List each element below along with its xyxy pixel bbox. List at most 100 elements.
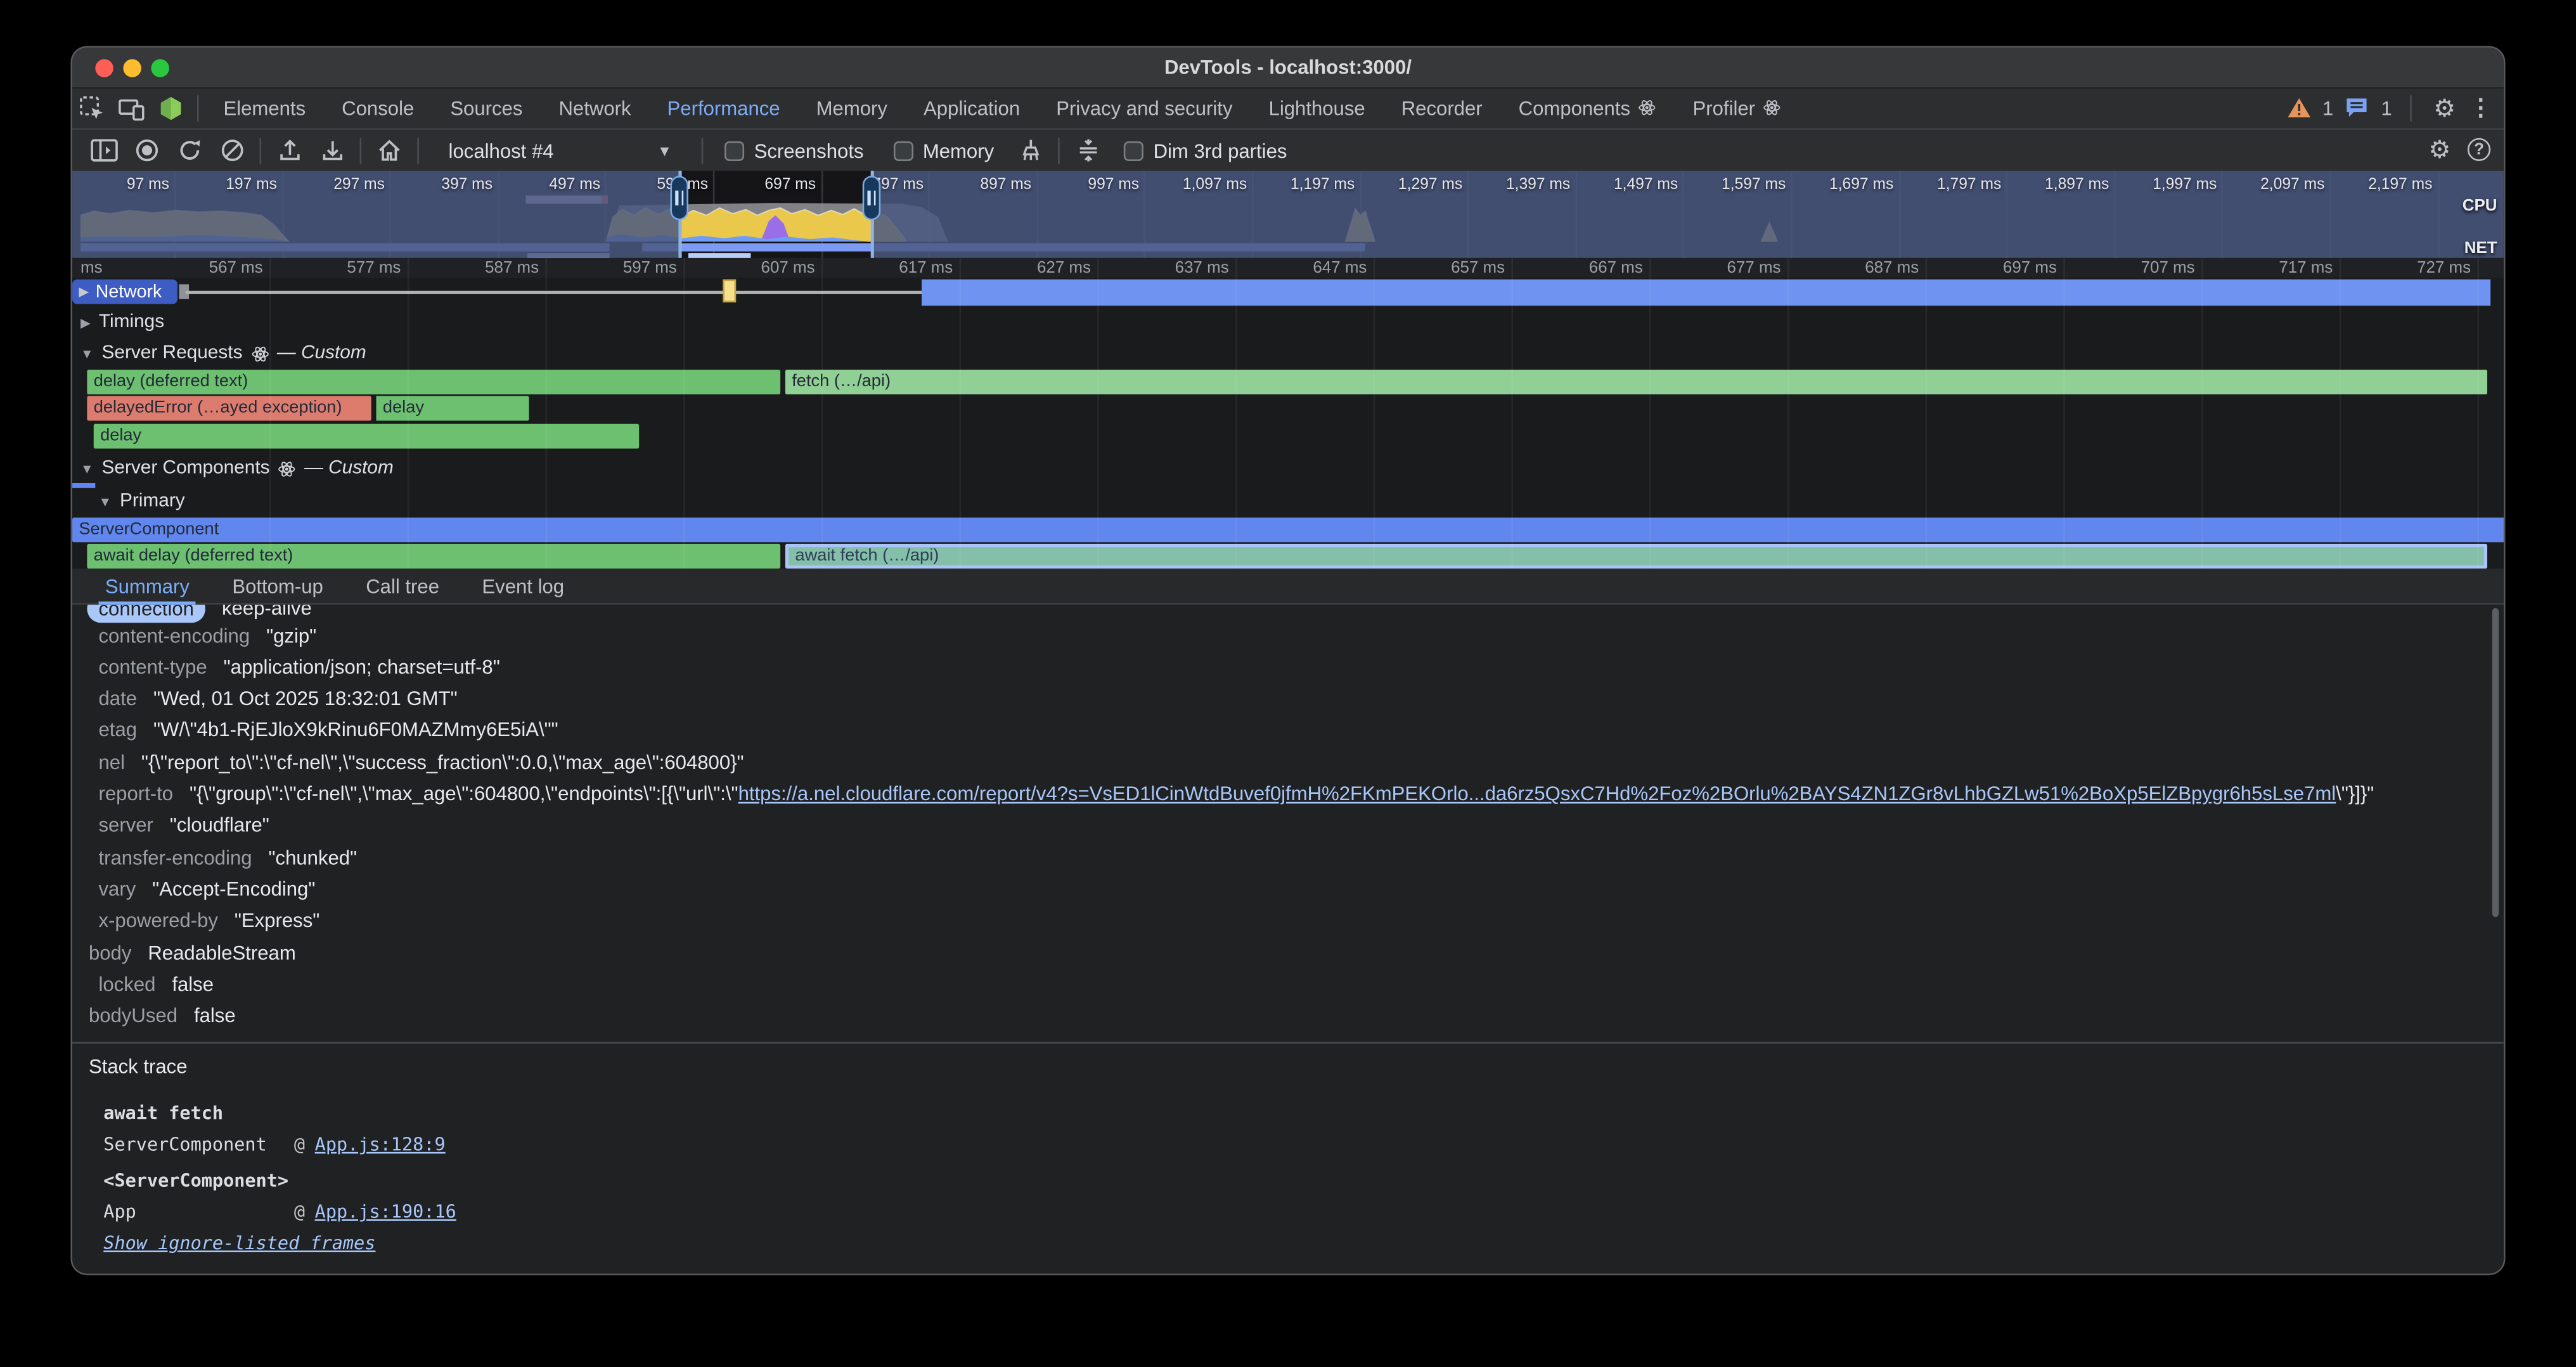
record-icon[interactable]	[125, 133, 167, 169]
ruler-unit-label: ms	[80, 260, 103, 278]
property-row[interactable]: connectionkeep-alive	[72, 605, 2504, 623]
dim-third-parties-checkbox[interactable]: Dim 3rd parties	[1124, 139, 1287, 162]
summary-pane[interactable]: connectionkeep-alive content-encoding"gz…	[72, 605, 2504, 1275]
server-requests-track-header[interactable]: ▼ Server Requests — Custom	[72, 340, 2504, 366]
property-row[interactable]: bodyReadableStream	[72, 938, 2504, 968]
device-toolbar-icon[interactable]	[112, 92, 151, 125]
tab-sources[interactable]: Sources	[432, 88, 541, 129]
settings-gear-icon[interactable]: ⚙	[2430, 91, 2459, 124]
checkbox-box	[724, 141, 744, 160]
event-bar-await-fetch-selected[interactable]: await fetch (…/api)	[785, 544, 2487, 569]
window-resize-handle-left[interactable]	[670, 176, 688, 220]
property-value: "Accept-Encoding"	[152, 878, 315, 900]
event-bar-await-delay[interactable]: await delay (deferred text)	[87, 544, 780, 569]
tab-console[interactable]: Console	[324, 88, 432, 129]
tab-memory[interactable]: Memory	[798, 88, 905, 129]
ruler-time-label: 727 ms	[2417, 260, 2471, 278]
show-sidebar-icon[interactable]	[82, 133, 125, 169]
tab-network[interactable]: Network	[541, 88, 649, 129]
memory-checkbox[interactable]: Memory	[893, 139, 994, 162]
property-row[interactable]: transfer-encoding"chunked"	[72, 843, 2504, 873]
tab-privacy-security[interactable]: Privacy and security	[1038, 88, 1251, 129]
property-row[interactable]: server"cloudflare"	[72, 810, 2504, 840]
tab-application[interactable]: Application	[905, 88, 1038, 129]
property-row[interactable]: lockedfalse	[72, 969, 2504, 999]
at-symbol: @	[294, 1202, 305, 1223]
property-row[interactable]: vary"Accept-Encoding"	[72, 874, 2504, 904]
garbage-collect-icon[interactable]	[1008, 133, 1051, 169]
property-row-report-to[interactable]: report-to"{\"group\":\"cf-nel\",\"max_ag…	[72, 779, 2504, 809]
network-request-bar[interactable]	[922, 280, 2490, 306]
stack-frame-app[interactable]: App	[103, 1200, 136, 1226]
home-live-metrics-icon[interactable]	[368, 133, 411, 169]
report-to-url-link[interactable]: https://a.nel.cloudflare.com/report/v4?s…	[738, 782, 2336, 805]
chevron-down-icon: ▼	[99, 494, 112, 509]
server-components-track-header[interactable]: ▼ Server Components — Custom	[72, 455, 2504, 481]
stack-frame-location[interactable]: @ App.js:190:16	[294, 1200, 456, 1226]
upload-profile-icon[interactable]	[267, 133, 310, 169]
perfbar-right-controls: ⚙ ?	[2425, 131, 2490, 167]
window-resize-handle-right[interactable]	[863, 176, 881, 220]
property-row[interactable]: bodyUsedfalse	[72, 1001, 2504, 1030]
primary-group-label: Primary	[120, 491, 185, 511]
property-row[interactable]: content-encoding"gzip"	[72, 621, 2504, 651]
timeline-minimap[interactable]: 97 ms197 ms297 ms397 ms497 ms597 ms697 m…	[72, 171, 2504, 258]
clear-icon[interactable]	[210, 133, 253, 169]
event-bar-delay-b[interactable]: delay	[375, 396, 529, 421]
flame-chart-tracks[interactable]: ▶Network ▶Timings ▼ Server Requests — Cu…	[72, 278, 2504, 569]
event-bar-delay-c[interactable]: delay	[94, 423, 639, 448]
collapse-shortcuts-icon[interactable]	[1066, 133, 1109, 169]
divider	[360, 137, 362, 163]
event-bar-fetch-api[interactable]: fetch (…/api)	[785, 369, 2487, 394]
timings-track-header[interactable]: ▶Timings	[72, 308, 2504, 337]
screenshots-checkbox[interactable]: Screenshots	[724, 139, 864, 162]
reload-record-icon[interactable]	[167, 133, 210, 169]
show-ignore-listed-frames-link[interactable]: Show ignore-listed frames	[103, 1233, 375, 1254]
minimap-time-label: 997 ms	[1088, 176, 1139, 194]
vertical-scrollbar[interactable]	[2492, 608, 2499, 917]
ruler-time-label: 717 ms	[2279, 260, 2333, 278]
event-bar-delay-deferred[interactable]: delay (deferred text)	[87, 369, 780, 394]
download-profile-icon[interactable]	[311, 133, 353, 169]
nodejs-icon[interactable]	[151, 92, 190, 125]
source-link[interactable]: App.js:190:16	[315, 1202, 456, 1223]
stack-frame-server-component[interactable]: ServerComponent	[103, 1132, 266, 1158]
event-bar-delayed-error[interactable]: delayedError (…ayed exception)	[87, 396, 371, 421]
react-atom-icon	[1639, 98, 1657, 116]
tab-call-tree[interactable]: Call tree	[366, 567, 439, 604]
property-row[interactable]: nel"{\"report_to\":\"cf-nel\",\"success_…	[72, 748, 2504, 777]
ruler-time-label: 707 ms	[2141, 260, 2195, 278]
event-bar-server-component[interactable]: ServerComponent	[72, 517, 2505, 541]
section-divider	[72, 1042, 2504, 1044]
tab-components[interactable]: Components	[1500, 88, 1675, 129]
tab-profiler[interactable]: Profiler	[1675, 88, 1800, 129]
property-row[interactable]: etag"W/\"4b1-RjEJloX9kRinu6F0MAZMmy6E5iA…	[72, 715, 2504, 744]
network-track-header[interactable]: ▶Network	[72, 280, 177, 304]
property-row[interactable]: date"Wed, 01 Oct 2025 18:32:01 GMT"	[72, 684, 2504, 713]
server-requests-title: Server Requests	[101, 344, 242, 363]
property-key-selected[interactable]: connection	[87, 605, 205, 622]
tab-event-log[interactable]: Event log	[482, 567, 564, 604]
source-link[interactable]: App.js:128:9	[315, 1134, 446, 1155]
tab-performance[interactable]: Performance	[649, 88, 798, 129]
property-value: "W/\"4b1-RjEJloX9kRinu6F0MAZMmy6E5iA\""	[153, 718, 558, 741]
history-dropdown[interactable]: localhost #4 ▼	[439, 139, 682, 162]
tab-elements[interactable]: Elements	[205, 88, 324, 129]
tab-lighthouse[interactable]: Lighthouse	[1251, 88, 1383, 129]
capture-settings-gear-icon[interactable]: ⚙	[2425, 131, 2454, 167]
warning-icon[interactable]	[2286, 97, 2311, 119]
help-icon[interactable]: ?	[2468, 138, 2490, 161]
property-row[interactable]: x-powered-by"Express"	[72, 905, 2504, 935]
stack-frame-location[interactable]: @App.js:128:9	[294, 1132, 446, 1158]
issues-message-icon[interactable]	[2345, 97, 2369, 119]
network-track-row[interactable]: ▶Network	[72, 278, 2504, 308]
tab-recorder[interactable]: Recorder	[1383, 88, 1500, 129]
primary-group-header[interactable]: ▼ Primary	[72, 488, 2504, 514]
network-request-highlight[interactable]	[723, 280, 736, 302]
tab-summary[interactable]: Summary	[105, 567, 190, 604]
kebab-menu-icon[interactable]: ⋮	[2471, 91, 2490, 124]
tab-bottom-up[interactable]: Bottom-up	[232, 567, 323, 604]
inspect-element-icon[interactable]	[72, 92, 112, 125]
property-row[interactable]: content-type"application/json; charset=u…	[72, 652, 2504, 682]
show-ignore-listed-frames[interactable]: Show ignore-listed frames	[103, 1231, 375, 1257]
